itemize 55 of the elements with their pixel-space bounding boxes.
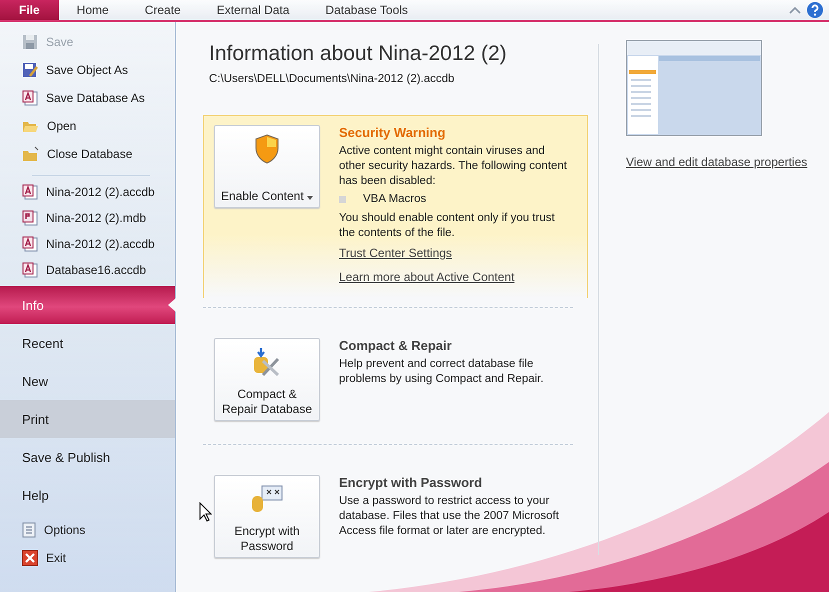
link[interactable]: View and edit database properties (626, 155, 808, 169)
link[interactable]: Trust Center Settings (339, 246, 452, 260)
encrypt-icon (251, 484, 283, 514)
backstage-tab[interactable]: New (0, 362, 175, 400)
recent-file[interactable]: Nina-2012 (2).mdb (0, 205, 175, 231)
menu-command[interactable]: Save Object As (0, 56, 175, 84)
backstage-tab[interactable]: Info (0, 286, 175, 324)
caret-icon (307, 196, 314, 200)
section-text: Active content might contain viruses and other security hazards. The following content has been disabled: (339, 144, 568, 189)
section-heading: Encrypt with Password (339, 475, 484, 490)
file-icon (22, 90, 38, 106)
section-text: You should enable content only if you trust the contents of the file. (339, 211, 556, 241)
save-icon (22, 34, 38, 50)
shield-icon (254, 134, 280, 164)
help-icon[interactable] (807, 2, 823, 18)
save-as-icon (22, 62, 38, 78)
link[interactable]: Learn more about Active Content (339, 270, 514, 284)
menu-command[interactable]: Close Database (0, 140, 175, 168)
backstage-tab[interactable]: Help (0, 476, 175, 514)
ribbon-tab[interactable]: Database Tools (307, 0, 426, 20)
action-button[interactable]: Compact & Repair Database (214, 338, 320, 421)
ribbon-tab[interactable]: Create (126, 0, 199, 20)
recent-file[interactable]: Nina-2012 (2).accdb (0, 231, 175, 257)
recent-file[interactable]: Database16.accdb (0, 257, 175, 283)
file-icon (22, 184, 38, 200)
section-text: Help prevent and correct database file problems by using Compact and Repair. (339, 357, 545, 387)
action-button[interactable]: Encrypt with Password (214, 475, 320, 558)
mouse-pointer-icon (199, 502, 212, 522)
document-icon (22, 522, 36, 538)
menu-command[interactable]: Open (0, 112, 175, 140)
folder-icon (22, 146, 39, 162)
section-heading: Security Warning (339, 125, 446, 140)
close-icon (22, 550, 38, 566)
recent-file[interactable]: Nina-2012 (2).accdb (0, 179, 175, 205)
backstage-tab[interactable]: Print (0, 400, 175, 438)
section-heading: Compact & Repair (339, 338, 453, 353)
ribbon-tab[interactable]: File (0, 0, 59, 20)
backstage-tab[interactable]: Recent (0, 324, 175, 362)
backstage-tab[interactable]: Save & Publish (0, 438, 175, 476)
file-path: C:\Users\DELL\Documents\Nina-2012 (2).accdb (209, 73, 456, 85)
info-title: Information about Nina-2012 (2) (209, 42, 508, 66)
file-icon (22, 236, 38, 252)
action-button[interactable]: Enable Content (214, 125, 320, 208)
tab-pointer (168, 298, 176, 312)
file-icon (22, 262, 38, 278)
bullet-icon (339, 196, 346, 203)
menu-command[interactable]: Exit (0, 544, 175, 572)
ribbon-tab[interactable]: Home (58, 0, 127, 20)
menu-command[interactable]: Options (0, 516, 175, 544)
file-icon (22, 210, 38, 226)
menu-command[interactable]: Save Database As (0, 84, 175, 112)
bullet-text: VBA Macros (363, 192, 428, 207)
collapse-ribbon-icon[interactable] (789, 6, 801, 14)
section-text: Use a password to restrict access to your database. Files that use the 2007 Microsoft Access file format or later are encrypted. (339, 494, 560, 539)
ribbon-tab[interactable]: External Data (198, 0, 308, 20)
